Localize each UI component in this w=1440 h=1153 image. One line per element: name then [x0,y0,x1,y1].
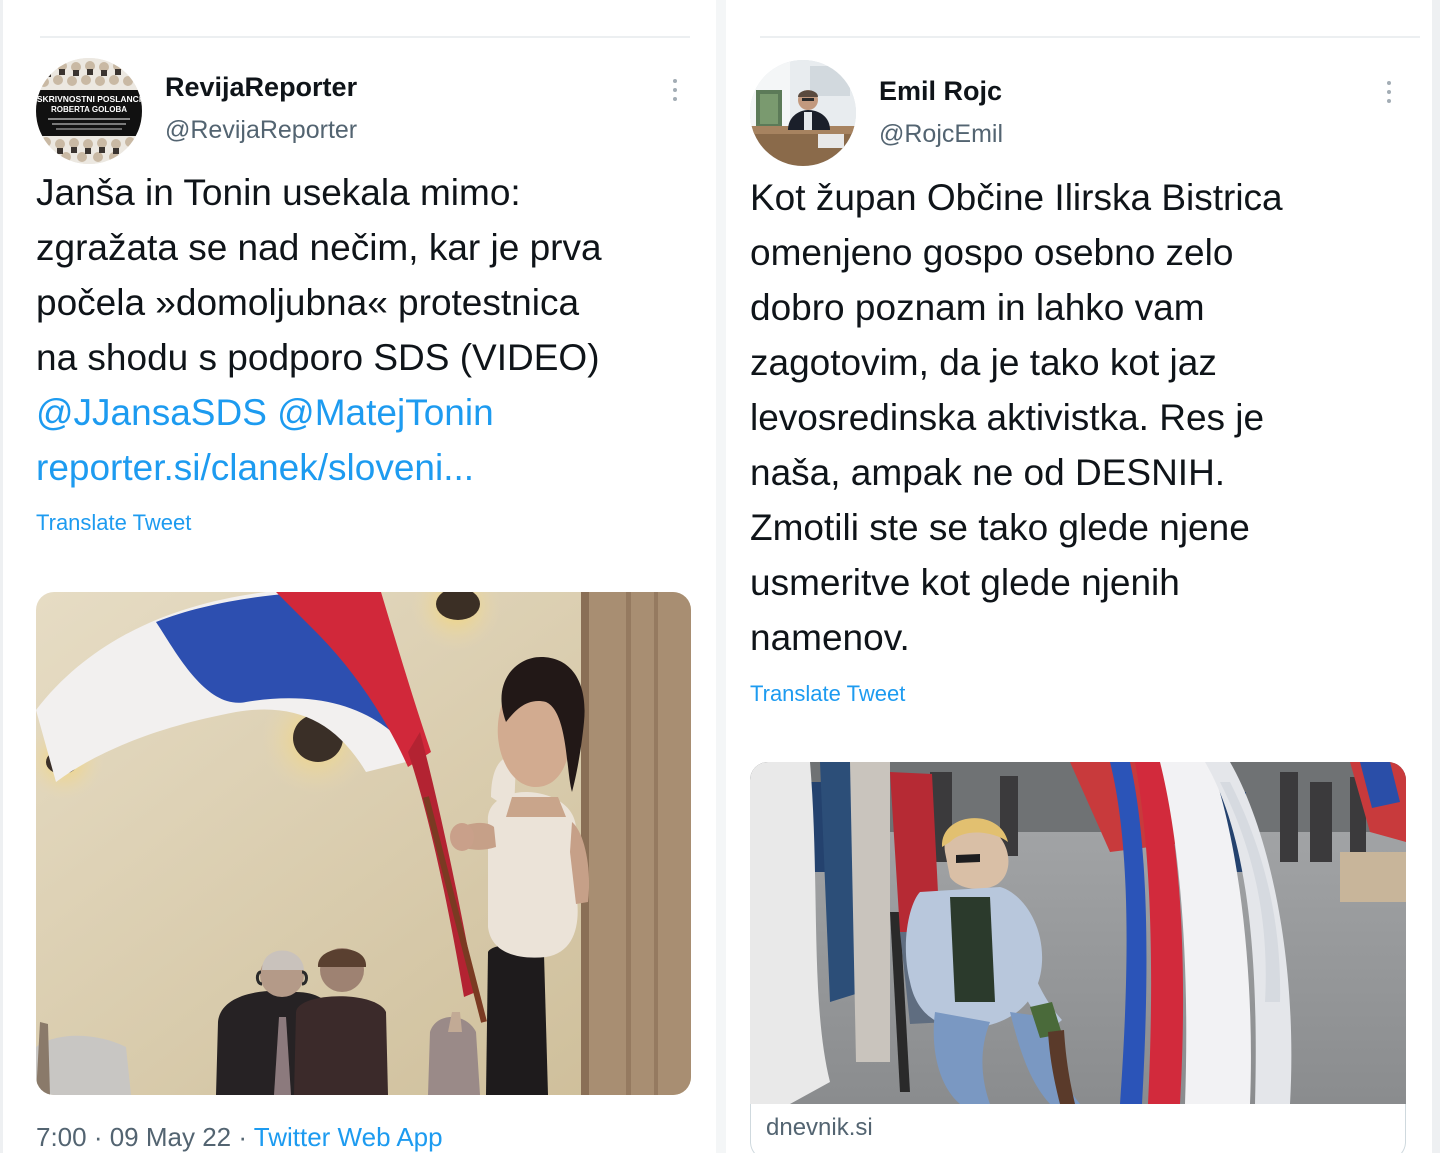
more-vertical-icon[interactable] [1384,78,1394,108]
article-link[interactable]: reporter.si/clanek/sloveni... [36,447,474,488]
tweet-text-line: namenov. [750,617,910,658]
tweet-timestamp[interactable]: 7:00 · 09 May 22 · [36,1122,254,1152]
display-name[interactable]: Emil Rojc [879,76,1002,107]
avatar[interactable]: SKRIVNOSTNI POSLANCI ROBERTA GOLOBA [36,58,142,164]
link-card-domain[interactable]: dnevnik.si [766,1114,873,1142]
source-app-link[interactable]: Twitter Web App [254,1122,443,1152]
tweet-text-line: Janša in Tonin usekala mimo: [36,172,521,213]
tweet-text-line: dobro poznam in lahko vam [750,287,1205,328]
tweet-text: Kot župan Občine Ilirska Bistrica omenje… [750,170,1283,665]
more-vertical-icon[interactable] [670,76,680,106]
translate-tweet-link[interactable]: Translate Tweet [36,510,191,536]
avatar[interactable] [750,60,856,166]
divider [760,36,1420,38]
tweet-text-line: Zmotili ste se tako glede njene [750,507,1250,548]
avatar-photo-image [750,60,856,166]
translate-tweet-link[interactable]: Translate Tweet [750,681,905,707]
link-card-image[interactable] [750,762,1406,1104]
tweet-video[interactable] [36,592,691,1095]
mention-link[interactable]: @JJansaSDS [36,392,267,433]
mention-link[interactable]: @MatejTonin [277,392,494,433]
tweet-text-line: naša, ampak ne od DESNIH. [750,452,1226,493]
tweet-text: Janša in Tonin usekala mimo: zgražata se… [36,165,602,495]
user-handle[interactable]: @RevijaReporter [165,116,357,145]
protest-photo-image [750,762,1406,1104]
tweet-text-line: na shodu s podporo SDS (VIDEO) [36,337,600,378]
tweet-text-line: zgražata se nad nečim, kar je prva [36,227,602,268]
tweet-revijareporter: SKRIVNOSTNI POSLANCI ROBERTA GOLOBA Revi… [3,40,716,1153]
right-edge [1432,0,1440,1153]
tweet-emil-rojc: Emil Rojc @RojcEmil Kot župan Občine Ili… [726,40,1432,1153]
avatar-collage-image: SKRIVNOSTNI POSLANCI ROBERTA GOLOBA [36,58,142,164]
tweet-text-line: levosredinska aktivistka. Res je [750,397,1265,438]
display-name[interactable]: RevijaReporter [165,72,357,103]
panel-gap [716,0,726,1153]
tweet-text-line: počela »domoljubna« protestnica [36,282,580,323]
tweet-text-line: zagotovim, da je tako kot jaz [750,342,1217,383]
avatar-title-line-2: ROBERTA GOLOBA [51,105,127,114]
video-thumbnail-image [36,592,691,1095]
tweet-text-line: omenjeno gospo osebno zelo [750,232,1234,273]
divider [40,36,690,38]
avatar-title-line-1: SKRIVNOSTNI POSLANCI [37,94,141,104]
tweet-text-line: Kot župan Občine Ilirska Bistrica [750,177,1283,218]
user-handle[interactable]: @RojcEmil [879,120,1003,149]
tweet-text-line: usmeritve kot glede njenih [750,562,1180,603]
tweet-timestamp-line: 7:00 · 09 May 22 · Twitter Web App [36,1122,443,1153]
